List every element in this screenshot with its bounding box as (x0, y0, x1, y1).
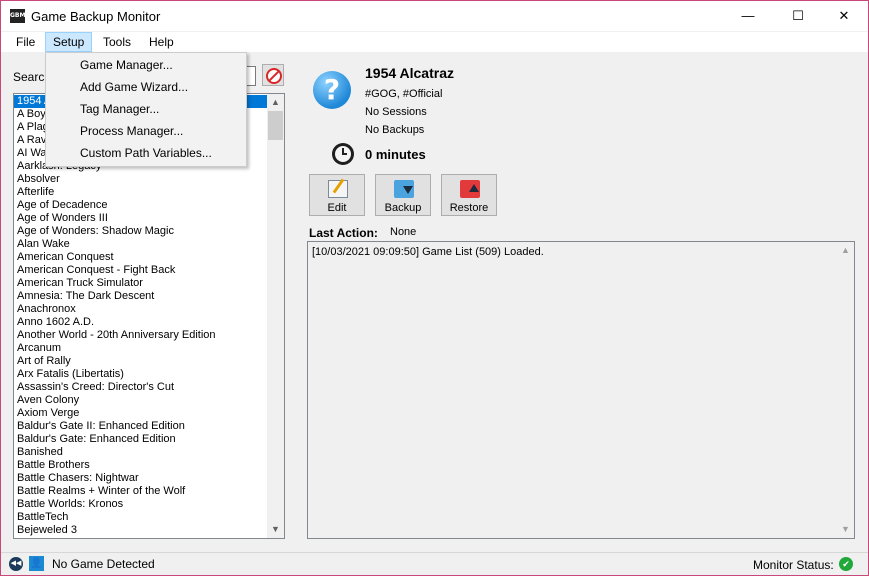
game-list-item[interactable]: Banished (14, 446, 267, 459)
edit-icon (328, 180, 348, 198)
clock-icon (332, 143, 354, 165)
log-scroll-down-icon[interactable]: ▼ (837, 521, 854, 538)
last-action-label: Last Action: (309, 226, 378, 240)
game-list-item[interactable]: Assassin's Creed: Director's Cut (14, 381, 267, 394)
last-action-value: None (390, 226, 417, 238)
game-title: 1954 Alcatraz (365, 65, 454, 81)
backup-button[interactable]: Backup (375, 174, 431, 216)
menu-item-add-game-wizard[interactable]: Add Game Wizard... (80, 76, 188, 98)
game-list-item[interactable]: Aven Colony (14, 394, 267, 407)
menu-file[interactable]: File (9, 32, 42, 52)
playtime: 0 minutes (365, 147, 426, 162)
game-list-item[interactable]: Baldur's Gate II: Enhanced Edition (14, 420, 267, 433)
game-list-item[interactable]: Battle Chasers: Nightwar (14, 472, 267, 485)
close-button[interactable]: ✕ (821, 1, 867, 31)
scroll-up-icon[interactable]: ▲ (267, 94, 284, 111)
menu-setup[interactable]: Setup (45, 32, 93, 52)
menu-item-process-manager[interactable]: Process Manager... (80, 120, 183, 142)
restore-button-label: Restore (449, 202, 489, 214)
scroll-thumb[interactable] (268, 111, 283, 140)
monitor-status-label: Monitor Status: (753, 558, 834, 572)
menu-tools[interactable]: Tools (96, 32, 138, 52)
game-tags: #GOG, #Official (365, 88, 443, 100)
game-list-item[interactable]: American Truck Simulator (14, 277, 267, 290)
menu-item-custom-path-variables[interactable]: Custom Path Variables... (80, 142, 212, 164)
game-list-item[interactable]: Another World - 20th Anniversary Edition (14, 329, 267, 342)
game-list-item[interactable]: Age of Wonders III (14, 212, 267, 225)
backup-icon (394, 180, 414, 198)
game-list-item[interactable]: American Conquest - Fight Back (14, 264, 267, 277)
edit-button[interactable]: Edit (309, 174, 365, 216)
monitor-ok-icon[interactable]: ✔ (839, 557, 853, 571)
game-detected-status: No Game Detected (52, 557, 155, 571)
menu-item-game-manager[interactable]: Game Manager... (80, 54, 173, 76)
log-scrollbar[interactable]: ▲ ▼ (837, 242, 854, 538)
menu-item-tag-manager[interactable]: Tag Manager... (80, 98, 159, 120)
window-title: Game Backup Monitor (31, 9, 161, 24)
edit-button-label: Edit (327, 202, 347, 214)
game-sessions: No Sessions (365, 106, 427, 118)
restore-icon (460, 180, 480, 198)
backup-button-label: Backup (384, 202, 422, 214)
menu-help[interactable]: Help (142, 32, 181, 52)
game-list-item[interactable]: Age of Wonders: Shadow Magic (14, 225, 267, 238)
game-list-item[interactable]: Anachronox (14, 303, 267, 316)
game-list-item[interactable]: Bejeweled 3 (14, 524, 267, 537)
game-list-item[interactable]: American Conquest (14, 251, 267, 264)
game-list-item[interactable]: Arx Fatalis (Libertatis) (14, 368, 267, 381)
log-line: [10/03/2021 09:09:50] Game List (509) Lo… (312, 246, 544, 258)
game-list-item[interactable]: Anno 1602 A.D. (14, 316, 267, 329)
rewind-icon[interactable]: ◀◀ (9, 557, 23, 571)
game-list-item[interactable]: Baldur's Gate: Enhanced Edition (14, 433, 267, 446)
game-list-item[interactable]: Amnesia: The Dark Descent (14, 290, 267, 303)
game-backups: No Backups (365, 124, 425, 136)
game-list-item[interactable]: Art of Rally (14, 355, 267, 368)
game-question-icon: ? (313, 71, 351, 109)
menu-bar: File Setup Tools Help (1, 32, 868, 52)
scroll-down-icon[interactable]: ▼ (267, 521, 284, 538)
clear-icon (266, 68, 282, 84)
game-list-item[interactable]: Arcanum (14, 342, 267, 355)
game-list-item[interactable]: Age of Decadence (14, 199, 267, 212)
game-list-item[interactable]: Alan Wake (14, 238, 267, 251)
minimize-button[interactable]: — (725, 1, 771, 31)
game-list-scrollbar[interactable]: ▲ ▼ (267, 94, 284, 538)
title-bar: GBM Game Backup Monitor — ☐ ✕ (1, 1, 868, 31)
clear-search-button[interactable] (262, 64, 284, 86)
game-list-item[interactable]: Absolver (14, 173, 267, 186)
game-list-item[interactable]: Battle Realms + Winter of the Wolf (14, 485, 267, 498)
setup-dropdown-menu: Game Manager... Add Game Wizard... Tag M… (45, 52, 247, 167)
log-scroll-up-icon[interactable]: ▲ (837, 242, 854, 259)
user-icon[interactable]: 👤 (29, 556, 44, 571)
status-bar: ◀◀ 👤 No Game Detected Monitor Status: ✔ (1, 552, 868, 576)
game-list-item[interactable]: Afterlife (14, 186, 267, 199)
maximize-button[interactable]: ☐ (775, 1, 821, 31)
app-icon: GBM (10, 9, 25, 23)
game-list-item[interactable]: Axiom Verge (14, 407, 267, 420)
log-textbox[interactable]: [10/03/2021 09:09:50] Game List (509) Lo… (307, 241, 855, 539)
restore-button[interactable]: Restore (441, 174, 497, 216)
game-list-item[interactable]: Battle Worlds: Kronos (14, 498, 267, 511)
game-list-item[interactable]: BattleTech (14, 511, 267, 524)
game-list-item[interactable]: Battle Brothers (14, 459, 267, 472)
